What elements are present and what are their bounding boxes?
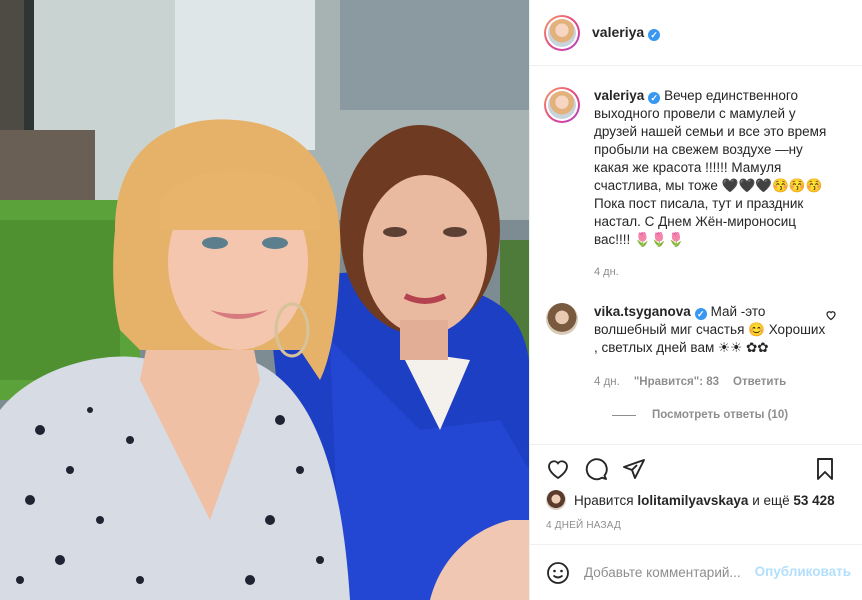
caption-username[interactable]: valeriya — [594, 88, 644, 103]
likes-count[interactable]: 53 428 — [793, 493, 834, 508]
comment-item: vika.tsyganova ✓ Май -это волшебный миг с… — [530, 281, 862, 391]
post-actions — [530, 444, 862, 492]
divider-line — [612, 414, 636, 416]
verified-badge-icon: ✓ — [648, 29, 661, 41]
post-header: valeriya ✓ — [530, 0, 862, 66]
comment-meta: 4 дн. "Нравится": 83 Ответить — [594, 373, 826, 391]
comment-time[interactable]: 4 дн. — [594, 373, 620, 391]
comment-bubble-icon[interactable] — [584, 457, 608, 481]
author-username[interactable]: valeriya ✓ — [592, 24, 661, 41]
like-heart-icon[interactable] — [546, 457, 570, 481]
share-send-icon[interactable] — [622, 457, 646, 481]
view-replies-button[interactable]: Посмотреть ответы (10) — [612, 409, 862, 421]
post-date[interactable]: 4 ДНЕЙ НАЗАД — [546, 520, 621, 531]
comments-section[interactable]: valeriya ✓ Вечер единственного выходного … — [530, 67, 862, 444]
comment-input[interactable] — [584, 565, 754, 580]
caption-avatar[interactable] — [544, 87, 580, 123]
commenter-avatar[interactable] — [546, 303, 578, 335]
comment-likes[interactable]: "Нравится": 83 — [634, 373, 719, 391]
post-side-panel: valeriya ✓ valeriya ✓ Вечер единственного … — [529, 0, 862, 600]
liker-username[interactable]: lolitamilyavskaya — [637, 493, 748, 508]
verified-badge-icon: ✓ — [694, 308, 707, 320]
caption-text: Вечер единственного выходного провели с … — [594, 88, 827, 247]
liker-avatar[interactable] — [546, 490, 566, 510]
author-avatar[interactable] — [544, 14, 580, 51]
add-comment-bar: Опубликовать — [530, 544, 862, 600]
bookmark-save-icon[interactable] — [813, 457, 837, 481]
emoji-smiley-icon[interactable] — [546, 561, 570, 585]
likes-summary: Нравится lolitamilyavskaya и ещё 53 428 — [546, 490, 835, 510]
verified-badge-icon: ✓ — [648, 92, 661, 104]
post-photo[interactable] — [0, 0, 529, 600]
comment-reply-button[interactable]: Ответить — [733, 373, 786, 391]
post-caption: valeriya ✓ Вечер единственного выходного … — [530, 67, 862, 281]
caption-time[interactable]: 4 дн. — [594, 263, 834, 281]
photo-image — [0, 0, 529, 600]
comment-like-icon[interactable] — [825, 309, 837, 321]
commenter-username[interactable]: vika.tsyganova — [594, 304, 691, 319]
publish-button[interactable]: Опубликовать — [755, 564, 851, 579]
